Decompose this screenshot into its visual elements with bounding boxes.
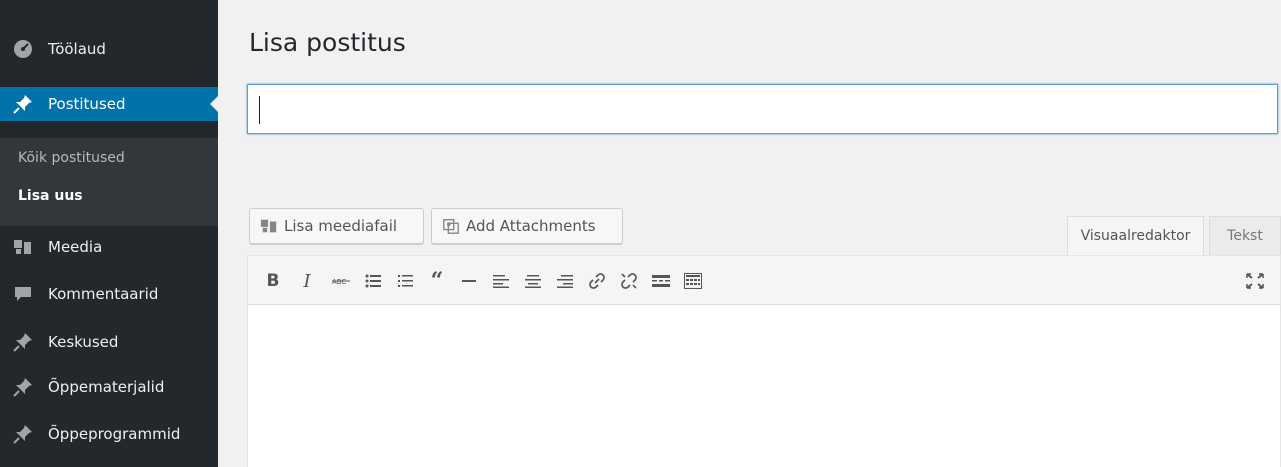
posts-submenu: Kõik postitused Lisa uus [0, 138, 218, 226]
post-title-input[interactable] [247, 84, 1278, 134]
toolbar-toggle-icon[interactable] [680, 267, 706, 295]
align-right-icon[interactable] [552, 267, 578, 295]
horizontal-line-icon[interactable] [456, 267, 482, 295]
add-media-button[interactable]: Lisa meediafail [249, 208, 424, 244]
add-attachments-label: Add Attachments [466, 217, 596, 235]
sidebar-item-programs[interactable]: Õppeprogrammid [0, 417, 218, 451]
remove-link-icon[interactable] [616, 267, 642, 295]
tab-visual[interactable]: Visuaalredaktor [1067, 216, 1204, 255]
read-more-icon[interactable] [648, 267, 674, 295]
pin-icon [12, 376, 34, 398]
sidebar-item-label: Keskused [48, 333, 119, 351]
editor-toolbar: B I ABC “ [247, 255, 1281, 305]
bulleted-list-icon[interactable] [360, 267, 386, 295]
dashboard-icon [12, 38, 34, 60]
sidebar-item-label: Postitused [48, 95, 126, 113]
strikethrough-icon[interactable]: ABC [328, 267, 354, 295]
sidebar-item-posts[interactable]: Postitused [0, 87, 218, 121]
sidebar-item-label: Töölaud [48, 40, 106, 58]
pin-icon [12, 423, 34, 445]
numbered-list-icon[interactable] [392, 267, 418, 295]
insert-link-icon[interactable] [584, 267, 610, 295]
text-caret [259, 96, 260, 124]
comment-icon [12, 283, 34, 305]
sidebar-item-centers[interactable]: Keskused [0, 325, 218, 359]
sidebar-item-label: Õppeprogrammid [48, 425, 181, 443]
fullscreen-icon[interactable] [1242, 267, 1268, 295]
sidebar-item-media[interactable]: Meedia [0, 230, 218, 264]
sidebar-item-materials[interactable]: Õppematerjalid [0, 370, 218, 404]
sidebar-item-dashboard[interactable]: Töölaud [0, 32, 218, 66]
media-icon [260, 217, 278, 235]
attachment-icon [442, 217, 460, 235]
page-title: Lisa postitus [249, 28, 406, 57]
submenu-add-new[interactable]: Lisa uus [18, 188, 83, 204]
tab-text[interactable]: Tekst [1209, 216, 1281, 255]
add-media-label: Lisa meediafail [284, 217, 398, 235]
pin-icon [12, 331, 34, 353]
sidebar-item-label: Kommentaarid [48, 285, 159, 303]
bold-icon[interactable]: B [260, 267, 286, 295]
sidebar-item-label: Meedia [48, 238, 103, 256]
align-center-icon[interactable] [520, 267, 546, 295]
admin-sidebar: Töölaud Postitused Kõik postitused Lisa … [0, 0, 218, 467]
blockquote-icon[interactable]: “ [424, 267, 450, 295]
align-left-icon[interactable] [488, 267, 514, 295]
sidebar-item-comments[interactable]: Kommentaarid [0, 277, 218, 311]
media-icon [12, 236, 34, 258]
svg-text:ABC: ABC [332, 278, 346, 286]
add-attachments-button[interactable]: Add Attachments [431, 208, 623, 244]
italic-icon[interactable]: I [294, 267, 320, 295]
editor-content-area[interactable] [247, 305, 1281, 467]
submenu-all-posts[interactable]: Kõik postitused [18, 150, 125, 166]
sidebar-item-label: Õppematerjalid [48, 378, 165, 396]
pin-icon [12, 93, 34, 115]
